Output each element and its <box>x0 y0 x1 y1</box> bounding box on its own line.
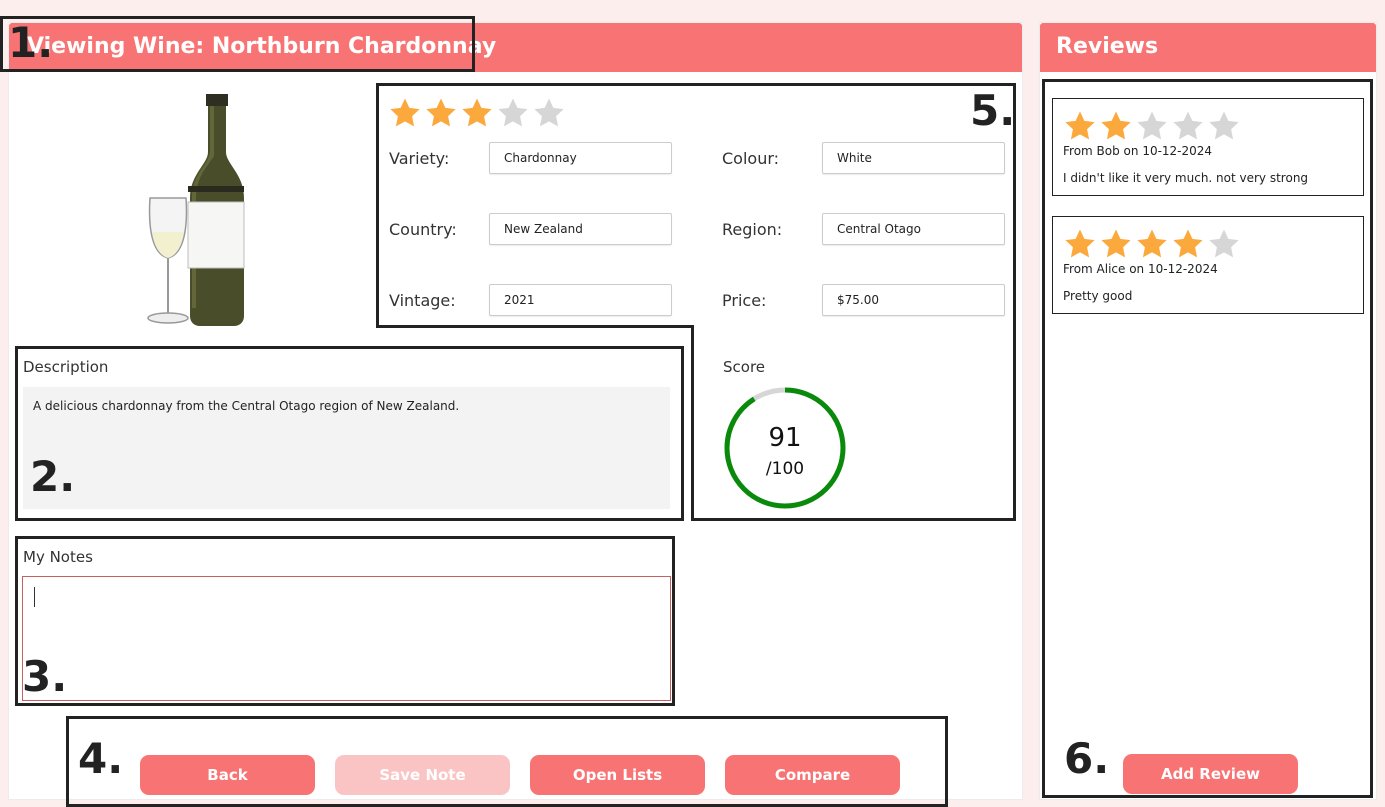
review-text: I didn't like it very much. not very str… <box>1063 171 1309 185</box>
review-text: Pretty good <box>1063 289 1133 303</box>
text-caret <box>34 587 35 607</box>
annotation-label-6: 6. <box>1064 734 1110 783</box>
wine-header-bar: Viewing Wine: Northburn Chardonnay <box>9 23 1022 72</box>
annotation-box-5 <box>376 83 1016 521</box>
open-lists-button[interactable]: Open Lists <box>530 755 705 795</box>
review-rating-stars <box>1063 227 1241 261</box>
compare-button[interactable]: Compare <box>725 755 900 795</box>
page-title: Viewing Wine: Northburn Chardonnay <box>27 34 497 59</box>
star-filled-icon <box>1063 227 1097 261</box>
reviews-header-bar: Reviews <box>1040 23 1376 72</box>
annotation-label-3: 3. <box>22 652 68 701</box>
save-note-button[interactable]: Save Note <box>335 755 510 795</box>
annotation-label-2: 2. <box>30 452 76 501</box>
back-button[interactable]: Back <box>140 755 315 795</box>
wine-bottle-image <box>140 92 250 328</box>
reviews-title: Reviews <box>1056 34 1159 59</box>
star-empty-icon <box>1135 109 1169 143</box>
star-empty-icon <box>1171 109 1205 143</box>
description-label: Description <box>23 358 109 376</box>
star-filled-icon <box>1099 109 1133 143</box>
add-review-button[interactable]: Add Review <box>1123 754 1298 794</box>
star-filled-icon <box>1063 109 1097 143</box>
star-filled-icon <box>1099 227 1133 261</box>
annotation-label-1: 1. <box>8 18 54 67</box>
star-empty-icon <box>1207 109 1241 143</box>
review-card: From Bob on 10-12-2024 I didn't like it … <box>1052 98 1364 196</box>
annotation-label-4: 4. <box>78 734 124 783</box>
review-card: From Alice on 10-12-2024 Pretty good <box>1052 216 1364 314</box>
star-filled-icon <box>1171 227 1205 261</box>
review-rating-stars <box>1063 109 1241 143</box>
annotation-label-5: 5. <box>970 86 1016 135</box>
review-author: From Alice on 10-12-2024 <box>1063 262 1218 276</box>
review-author: From Bob on 10-12-2024 <box>1063 144 1213 158</box>
notes-textarea[interactable] <box>22 576 671 701</box>
notes-label: My Notes <box>23 548 93 566</box>
star-empty-icon <box>1207 227 1241 261</box>
star-filled-icon <box>1135 227 1169 261</box>
